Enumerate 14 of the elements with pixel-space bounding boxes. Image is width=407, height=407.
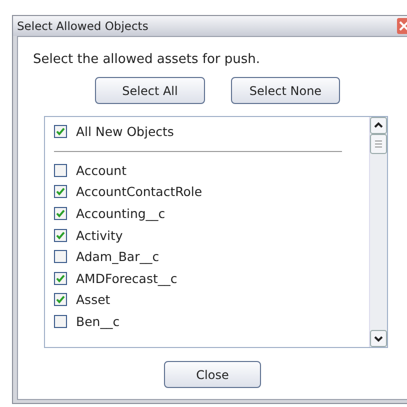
close-button[interactable]: Close (164, 361, 261, 388)
checkbox-label: AMDForecast__c (76, 270, 178, 286)
checkbox-label: Asset (76, 292, 110, 308)
select-none-button[interactable]: Select None (231, 77, 340, 104)
checkbox-label: Ben__c (76, 314, 120, 330)
checkbox-label: Activity (76, 228, 123, 243)
instruction-text: Select the allowed assets for push. (33, 52, 262, 67)
checkbox-label: Adam_Bar__c (76, 249, 160, 264)
checkbox-label: All New Objects (76, 124, 174, 140)
checkbox-label: AccountContactRole (76, 184, 202, 200)
checkbox-label: Accounting__c (76, 206, 166, 222)
window-title: Select Allowed Objects (17, 19, 148, 33)
checkbox-label: Account (76, 162, 126, 178)
select-all-button[interactable]: Select All (95, 77, 205, 104)
